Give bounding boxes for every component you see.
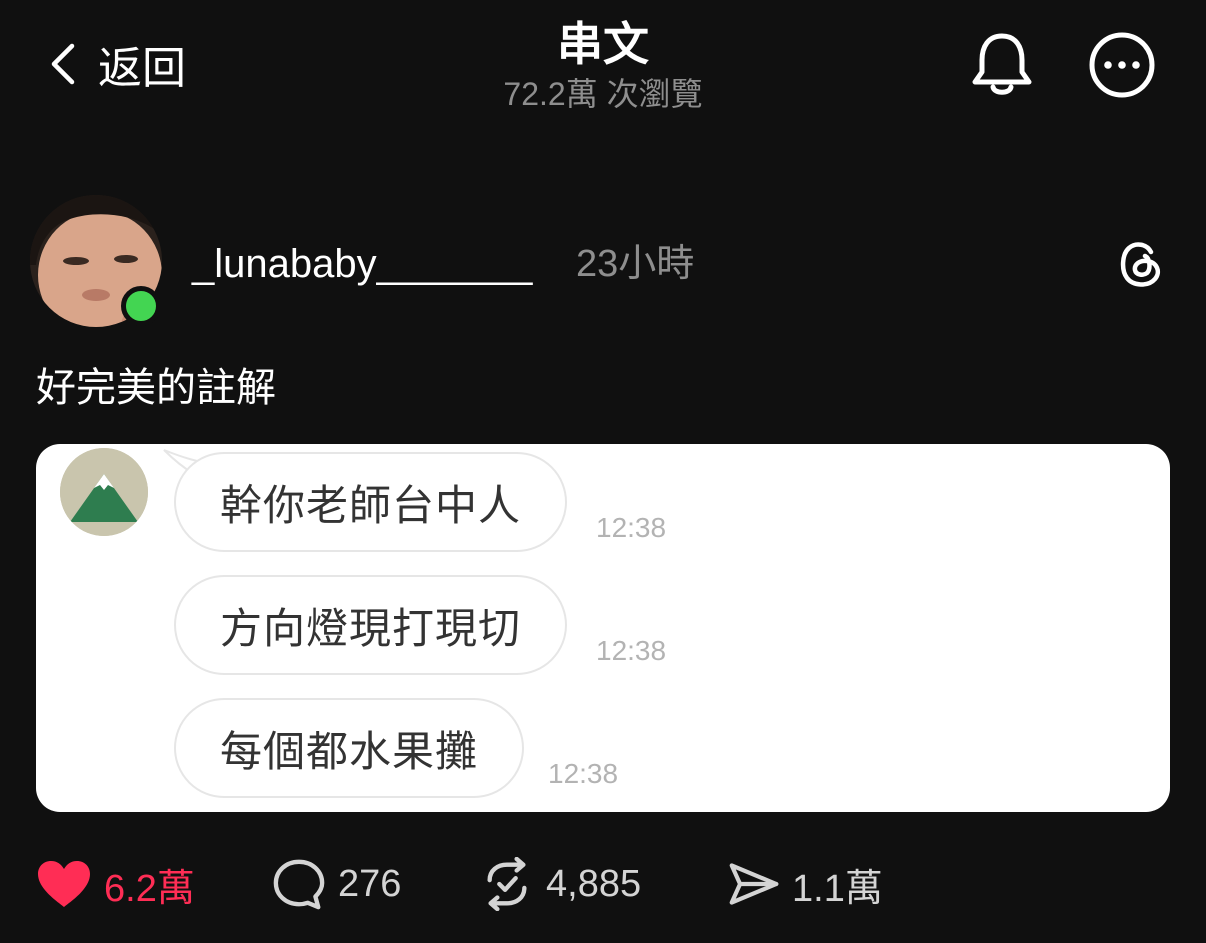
- repost-icon: [487, 857, 527, 911]
- like-button[interactable]: 6.2萬: [36, 852, 195, 916]
- chat-message-text: 幹你老師台中人: [220, 480, 522, 530]
- post-time: 23小時: [576, 243, 695, 285]
- author-username[interactable]: _lunababy_______: [192, 238, 532, 290]
- online-status-dot: [121, 286, 161, 326]
- share-count: 1.1萬: [792, 867, 883, 910]
- send-icon: [729, 863, 779, 905]
- chat-bubble: 幹你老師台中人: [174, 452, 568, 552]
- heart-icon: [38, 861, 90, 907]
- back-label: 返回: [98, 44, 186, 93]
- post-text: 好完美的註解: [36, 366, 276, 410]
- more-options-button[interactable]: [1086, 30, 1158, 100]
- comment-count: 276: [338, 862, 402, 905]
- chat-message-time: 12:38: [596, 635, 667, 666]
- comment-button[interactable]: 276: [272, 852, 401, 916]
- chat-bubble: 方向燈現打現切: [174, 575, 568, 675]
- chat-avatar: [60, 448, 148, 536]
- repost-count: 4,885: [546, 862, 642, 905]
- repost-button[interactable]: 4,885: [480, 852, 641, 916]
- chat-bubble: 每個都水果攤: [174, 698, 525, 798]
- threads-logo-icon: [1114, 236, 1168, 290]
- share-button[interactable]: 1.1萬: [728, 852, 883, 916]
- mountain-icon: [60, 448, 148, 536]
- chat-message-time: 12:38: [548, 758, 619, 789]
- bell-icon: [972, 33, 1032, 95]
- chat-message-time: 12:38: [596, 512, 667, 543]
- chat-message-text: 方向燈現打現切: [220, 603, 522, 653]
- more-icon: [1089, 32, 1155, 98]
- chevron-left-icon: [51, 43, 75, 85]
- like-count: 6.2萬: [104, 867, 195, 910]
- back-button[interactable]: 返回: [44, 34, 186, 94]
- notification-bell-button[interactable]: [968, 30, 1036, 100]
- comment-icon: [273, 859, 325, 910]
- post-image[interactable]: 幹你老師台中人 12:38 方向燈現打現切 12:38 每個都水果攤 12:38: [36, 444, 1170, 812]
- chat-message-text: 每個都水果攤: [220, 726, 479, 776]
